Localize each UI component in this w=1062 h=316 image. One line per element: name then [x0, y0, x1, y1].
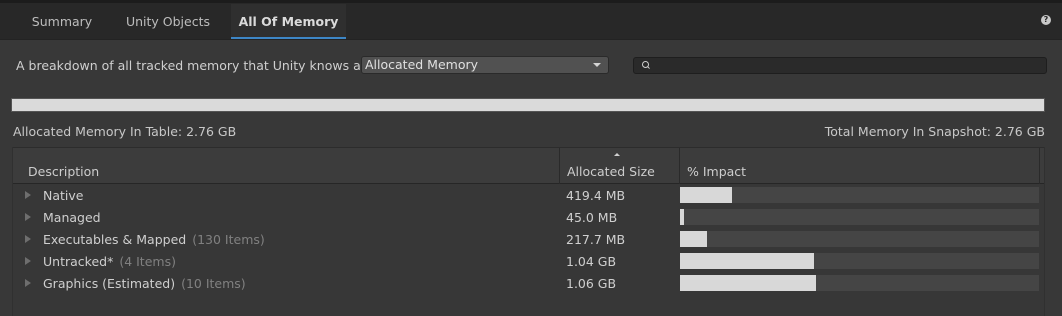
- view-mode-dropdown[interactable]: Allocated Memory: [361, 56, 609, 74]
- row-description: Untracked* (4 Items): [43, 254, 176, 269]
- row-description: Graphics (Estimated) (10 Items): [43, 276, 246, 291]
- impact-bar-fill: [680, 209, 684, 225]
- column-divider[interactable]: [559, 148, 560, 184]
- row-name: Native: [43, 188, 84, 203]
- expand-arrow-icon[interactable]: [25, 257, 31, 265]
- total-memory-bar: [11, 98, 1045, 112]
- expand-arrow-icon[interactable]: [25, 191, 31, 199]
- allocated-memory-in-table: Allocated Memory In Table: 2.76 GB: [13, 124, 237, 139]
- search-icon: [642, 61, 649, 68]
- row-name: Untracked*: [43, 254, 114, 269]
- tab-bar: Summary Unity Objects All Of Memory ?: [0, 0, 1062, 40]
- impact-bar: [680, 187, 1039, 203]
- impact-bar-fill: [680, 231, 707, 247]
- table-row[interactable]: Graphics (Estimated) (10 Items) 1.06 GB: [13, 272, 1044, 294]
- row-description: Managed: [43, 210, 101, 225]
- table-header: Description Allocated Size % Impact: [13, 147, 1044, 184]
- row-allocated-size: 1.06 GB: [566, 276, 617, 291]
- column-header-allocated-size[interactable]: Allocated Size: [567, 164, 655, 179]
- sort-ascending-icon: [614, 153, 620, 156]
- impact-bar-fill: [680, 275, 817, 291]
- chevron-down-icon: [593, 63, 601, 67]
- column-header-impact[interactable]: % Impact: [687, 164, 746, 179]
- search-input[interactable]: [654, 58, 1034, 73]
- view-mode-selected: Allocated Memory: [365, 57, 479, 72]
- table-row[interactable]: Untracked* (4 Items) 1.04 GB: [13, 250, 1044, 272]
- help-icon[interactable]: ?: [1041, 15, 1051, 25]
- tab-all-of-memory[interactable]: All Of Memory: [231, 4, 346, 39]
- column-header-description[interactable]: Description: [28, 164, 99, 179]
- row-item-count: (130 Items): [192, 232, 265, 247]
- row-name: Executables & Mapped: [43, 232, 187, 247]
- impact-bar: [680, 253, 1039, 269]
- row-description: Executables & Mapped (130 Items): [43, 232, 265, 247]
- expand-arrow-icon[interactable]: [25, 213, 31, 221]
- impact-bar: [680, 231, 1039, 247]
- column-divider[interactable]: [1039, 148, 1040, 184]
- impact-bar: [680, 275, 1039, 291]
- row-allocated-size: 419.4 MB: [566, 188, 626, 203]
- expand-arrow-icon[interactable]: [25, 279, 31, 287]
- memory-table: Description Allocated Size % Impact Nati…: [12, 147, 1045, 316]
- column-divider[interactable]: [679, 148, 680, 184]
- table-row[interactable]: Managed 45.0 MB: [13, 206, 1044, 228]
- memory-profiler-window: Summary Unity Objects All Of Memory ? A …: [0, 0, 1062, 316]
- table-row[interactable]: Native 419.4 MB: [13, 184, 1044, 206]
- row-name: Graphics (Estimated): [43, 276, 176, 291]
- row-allocated-size: 217.7 MB: [566, 232, 626, 247]
- impact-bar-fill: [680, 187, 732, 203]
- row-item-count: (10 Items): [181, 276, 246, 291]
- tab-bar-top-border: [0, 0, 1062, 3]
- tab-unity-objects[interactable]: Unity Objects: [114, 4, 222, 39]
- tab-summary[interactable]: Summary: [18, 4, 106, 39]
- impact-bar: [680, 209, 1039, 225]
- view-description: A breakdown of all tracked memory that U…: [16, 58, 394, 73]
- search-field[interactable]: [633, 57, 1047, 74]
- row-allocated-size: 1.04 GB: [566, 254, 617, 269]
- impact-bar-fill: [680, 253, 814, 269]
- table-row[interactable]: Executables & Mapped (130 Items) 217.7 MB: [13, 228, 1044, 250]
- row-description: Native: [43, 188, 83, 203]
- total-memory-in-snapshot: Total Memory In Snapshot: 2.76 GB: [824, 124, 1045, 139]
- row-allocated-size: 45.0 MB: [566, 210, 618, 225]
- expand-arrow-icon[interactable]: [25, 235, 31, 243]
- row-name: Managed: [43, 210, 101, 225]
- row-item-count: (4 Items): [119, 254, 176, 269]
